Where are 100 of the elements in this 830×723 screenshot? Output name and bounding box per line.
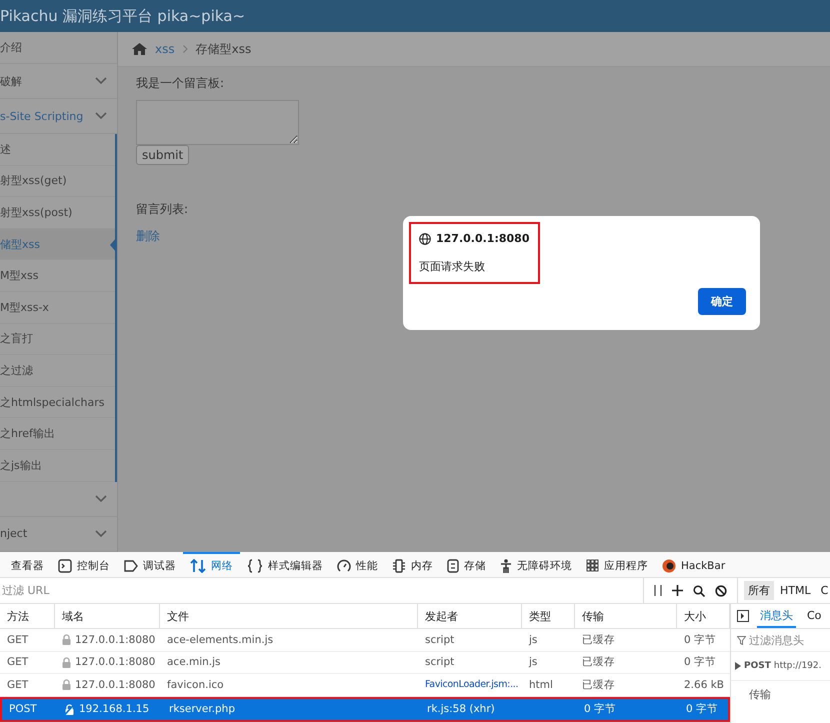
devtools-tab[interactable]: 查看器 [4,552,51,578]
type-filter[interactable]: C [816,582,830,600]
chevron-icon [95,112,107,120]
initiator-link[interactable]: FaviconLoader.jsm:... [425,679,518,690]
table-cell: html [529,678,553,691]
table-cell: js [529,634,538,646]
request-method: POST [744,661,771,671]
submenu-item[interactable]: 述 [0,134,115,166]
table-cell: 127.0.0.1:8080 [75,656,156,668]
submenu-item[interactable]: 射型xss(get) [0,166,115,198]
submenu-item[interactable]: 之过滤 [0,355,115,387]
details-tab[interactable]: 消息头 [757,604,796,628]
block-icon[interactable] [715,584,727,597]
pause-icon[interactable] [654,585,662,596]
site-title: Pikachu 漏洞练习平台 pika~pika~ [0,6,246,26]
request-row[interactable]: GET 127.0.0.1:8080 ace.min.js script js 已缓存 0 字节 [0,652,730,674]
table-cell: rkserver.php [169,703,235,716]
column-header[interactable]: 域名 [55,604,160,628]
devtools-tab[interactable]: 存储 [440,552,493,578]
table-cell: POST [9,703,37,716]
submit-button[interactable]: submit [136,145,190,165]
chevron-icon [182,45,188,53]
column-header[interactable]: 传输 [575,604,677,628]
table-cell: 192.168.1.15 [79,703,150,716]
submenu-item[interactable]: 之js输出 [0,450,115,482]
hackbar-icon [662,558,676,573]
devtools-tab[interactable]: 应用程序 [579,552,655,578]
section-label: 传输 [748,687,772,702]
table-cell: script [425,634,454,646]
grid-icon [586,559,599,572]
submenu-item[interactable]: 之htmlspecialchars [0,386,115,418]
table-cell: 0 字节 [686,702,718,716]
braces-icon [247,558,263,573]
column-header[interactable]: 发起者 [418,604,522,628]
dialog-origin: 127.0.0.1:8080 [436,232,530,245]
submenu-item[interactable]: 之盲打 [0,324,115,356]
table-cell: favicon.ico [167,678,224,691]
ok-button[interactable]: 确定 [698,288,746,315]
table-cell: 已缓存 [582,655,615,670]
devtools-tab[interactable]: 样式编辑器 [240,552,330,578]
table-cell: 0 字节 [684,655,716,670]
search-icon[interactable] [693,584,705,597]
table-cell: 已缓存 [582,632,615,647]
chevron-icon [95,530,107,538]
debugger-icon [124,560,138,572]
arrows-icon [190,558,206,573]
console-icon [58,558,72,573]
table-cell: ace-elements.min.js [167,634,274,646]
submenu-item[interactable]: M型xss [0,260,115,292]
filter-icon [737,636,746,644]
devtools-tab[interactable]: 无障碍环境 [493,552,579,578]
header-filter-placeholder[interactable]: 过滤消息头 [749,632,804,648]
board-label: 我是一个留言板: [136,75,224,92]
menu-item[interactable]: 介绍 [0,32,117,64]
column-header[interactable]: 方法 [0,604,55,628]
dialog-message: 页面请求失败 [419,259,486,274]
request-url: http://192. [774,661,822,671]
table-cell: GET [7,678,28,691]
plus-icon[interactable] [672,585,683,596]
expand-icon[interactable] [735,662,741,670]
column-header[interactable]: 大小 [677,604,730,628]
table-cell: GET [7,656,28,668]
devtools-tab[interactable]: 调试器 [117,552,183,578]
devtools-tab[interactable]: HackBar [655,552,732,578]
sidebar-toggle-icon[interactable] [737,610,749,622]
table-cell: rk.js:58 (xhr) [427,703,495,716]
request-row[interactable]: POST 192.168.1.15 rkserver.php rk.js:58 (xhr) 0 字节 0 字节 [0,696,730,722]
devtools-tab[interactable]: 性能 [330,552,385,578]
request-row[interactable]: GET 127.0.0.1:8080 ace-elements.min.js script js 已缓存 0 字节 [0,629,730,652]
type-filter[interactable]: HTML [776,582,815,600]
menu-item[interactable]: 破解 [0,64,117,99]
submenu-item[interactable]: M型xss-x [0,292,115,324]
devtools-tab[interactable]: 内存 [385,552,440,578]
person-icon [500,558,512,573]
column-header[interactable]: 类型 [522,604,575,628]
devtools-tab[interactable]: 网络 [183,552,240,578]
chevron-icon [95,494,107,503]
submenu-item[interactable]: 之href输出 [0,418,115,450]
type-filter[interactable]: 所有 [744,581,774,600]
table-cell: js [529,656,538,668]
message-field[interactable] [136,100,299,145]
table-cell: script [425,656,454,668]
table-cell: 0 字节 [684,632,716,647]
table-cell: 已缓存 [582,678,615,692]
details-tab[interactable]: Co [804,604,824,628]
table-cell: 2.66 kB [684,678,724,691]
table-cell: 127.0.0.1:8080 [75,634,156,646]
gauge-icon [337,558,351,573]
home-icon[interactable] [132,43,147,55]
table-cell: 0 字节 [584,702,616,716]
list-label: 留言列表: [136,201,188,218]
storage-icon [447,558,459,573]
devtools-tab[interactable]: 控制台 [51,552,117,578]
globe-icon [419,232,431,244]
table-cell: 127.0.0.1:8080 [75,678,156,691]
filter-field[interactable]: 过滤 URL [0,583,643,598]
table-cell: ace.min.js [167,656,221,668]
chevron-icon [95,77,107,85]
column-header[interactable]: 文件 [160,604,418,628]
breadcrumb-current: 存储型xss [196,40,252,58]
